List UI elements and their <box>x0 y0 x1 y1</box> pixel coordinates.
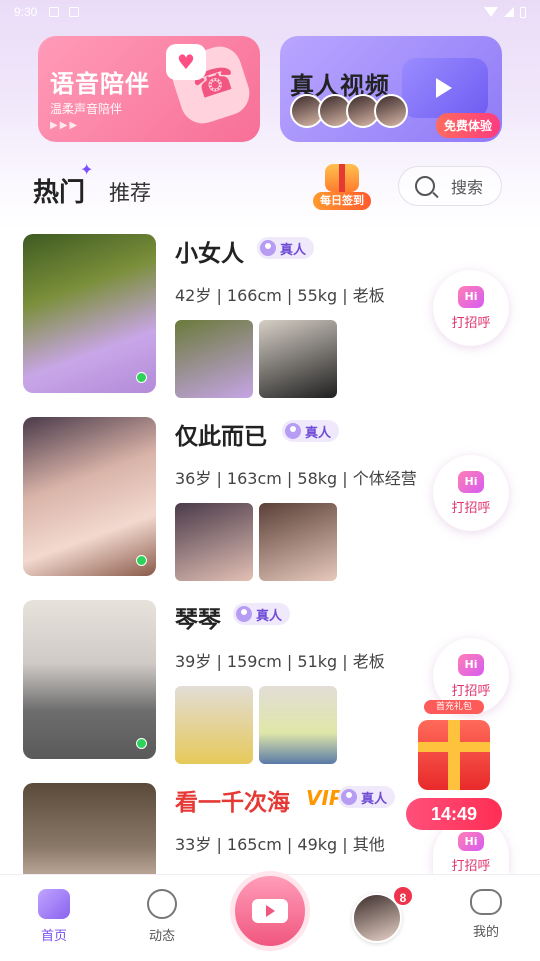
nav-moments[interactable]: 动态 <box>127 889 197 944</box>
status-bar: 9:30 <box>0 0 540 24</box>
user-info: 39岁 | 159cm | 51kg | 老板 <box>175 652 385 671</box>
user-icon <box>285 423 301 439</box>
user-name: 琴琴 <box>175 607 221 633</box>
signal-icon <box>504 7 514 17</box>
photo-thumbnails <box>175 320 337 398</box>
online-indicator <box>136 555 147 566</box>
avatar-group <box>290 94 408 128</box>
nav-moments-label: 动态 <box>148 929 175 944</box>
greet-button[interactable]: Hi 打招呼 <box>433 455 509 531</box>
user-name: 仅此而已 <box>175 424 267 450</box>
nav-home-label: 首页 <box>40 929 67 944</box>
thumbnail[interactable] <box>175 686 253 764</box>
planet-icon <box>147 889 177 919</box>
nav-video-button[interactable] <box>230 871 310 951</box>
voice-banner-dots: ▶▶▶ <box>50 120 80 131</box>
video-camera-icon <box>402 58 488 118</box>
greet-label: 打招呼 <box>451 859 491 874</box>
user-icon <box>341 789 357 805</box>
video-camera-icon <box>252 899 288 923</box>
user-photo[interactable] <box>23 783 156 874</box>
user-icon <box>260 240 276 256</box>
nav-mine-label: 我的 <box>472 925 499 940</box>
verified-badge: 真人 <box>257 237 315 259</box>
search-button[interactable]: 搜索 <box>398 166 502 206</box>
search-icon <box>415 176 435 196</box>
user-name: 小女人 <box>175 241 244 267</box>
gift-icon <box>325 164 359 192</box>
greet-button[interactable]: Hi 打招呼 <box>433 270 509 346</box>
user-info: 36岁 | 163cm | 58kg | 个体经营 <box>175 469 417 488</box>
verified-badge: 真人 <box>338 786 396 808</box>
thumbnail[interactable] <box>259 503 337 581</box>
sparkle-icon: ✦ <box>80 160 94 179</box>
thumbnail[interactable] <box>175 503 253 581</box>
greet-label: 打招呼 <box>451 500 491 516</box>
voice-banner-title: 语音陪伴 <box>50 70 150 98</box>
online-indicator <box>136 372 147 383</box>
daily-checkin-button[interactable]: 每日签到 <box>313 162 371 212</box>
home-icon <box>38 889 70 919</box>
gift-box-icon <box>418 720 490 790</box>
verified-badge: 真人 <box>233 603 291 625</box>
daily-checkin-label: 每日签到 <box>313 192 371 210</box>
real-video-banner[interactable]: 真人视频 免费体验 <box>280 36 502 142</box>
bear-icon <box>470 889 502 915</box>
gift-timer: 14:49 <box>406 798 502 830</box>
first-recharge-gift[interactable]: 首充礼包 14:49 <box>404 700 504 834</box>
notification-icon <box>69 7 80 17</box>
tab-hot[interactable]: 热门 <box>33 172 85 211</box>
thumbnail[interactable] <box>175 320 253 398</box>
photo-thumbnails <box>175 686 337 764</box>
user-photo[interactable] <box>23 600 156 759</box>
bottom-nav: 首页 动态 8 我的 <box>0 871 540 961</box>
voice-banner-subtitle: 温柔声音陪伴 <box>50 102 123 116</box>
hi-icon: Hi <box>458 470 484 493</box>
photo-thumbnails <box>175 503 337 581</box>
battery-icon <box>520 6 526 18</box>
user-info: 42岁 | 166cm | 55kg | 老板 <box>175 286 385 305</box>
thumbnail[interactable] <box>259 320 337 398</box>
search-placeholder: 搜索 <box>451 178 484 197</box>
hi-icon: Hi <box>458 285 484 308</box>
thumbnail[interactable] <box>259 686 337 764</box>
user-photo[interactable] <box>23 417 156 576</box>
status-time: 9:30 <box>14 5 38 19</box>
greet-label: 打招呼 <box>451 683 491 699</box>
wifi-icon <box>484 7 498 17</box>
hi-icon: Hi <box>458 653 484 676</box>
download-icon <box>49 7 60 17</box>
avatar <box>374 94 408 128</box>
hi-icon: Hi <box>458 832 484 851</box>
greet-label: 打招呼 <box>451 315 491 331</box>
nav-mine[interactable]: 我的 <box>451 889 521 940</box>
tab-recommend[interactable]: 推荐 <box>109 177 151 209</box>
online-indicator <box>136 738 147 749</box>
gift-label: 首充礼包 <box>424 700 484 714</box>
user-photo[interactable] <box>23 234 156 393</box>
message-badge: 8 <box>392 885 414 907</box>
nav-home[interactable]: 首页 <box>19 889 89 944</box>
user-icon <box>236 606 252 622</box>
heart-icon: ♥ <box>166 44 206 80</box>
verified-badge: 真人 <box>282 420 340 442</box>
user-info: 33岁 | 165cm | 49kg | 其他 <box>175 835 385 854</box>
voice-companion-banner[interactable]: ☎ ♥ 语音陪伴 温柔声音陪伴 ▶▶▶ <box>38 36 260 142</box>
free-trial-button[interactable]: 免费体验 <box>435 113 500 138</box>
user-name: 看一千次海 <box>175 790 290 816</box>
